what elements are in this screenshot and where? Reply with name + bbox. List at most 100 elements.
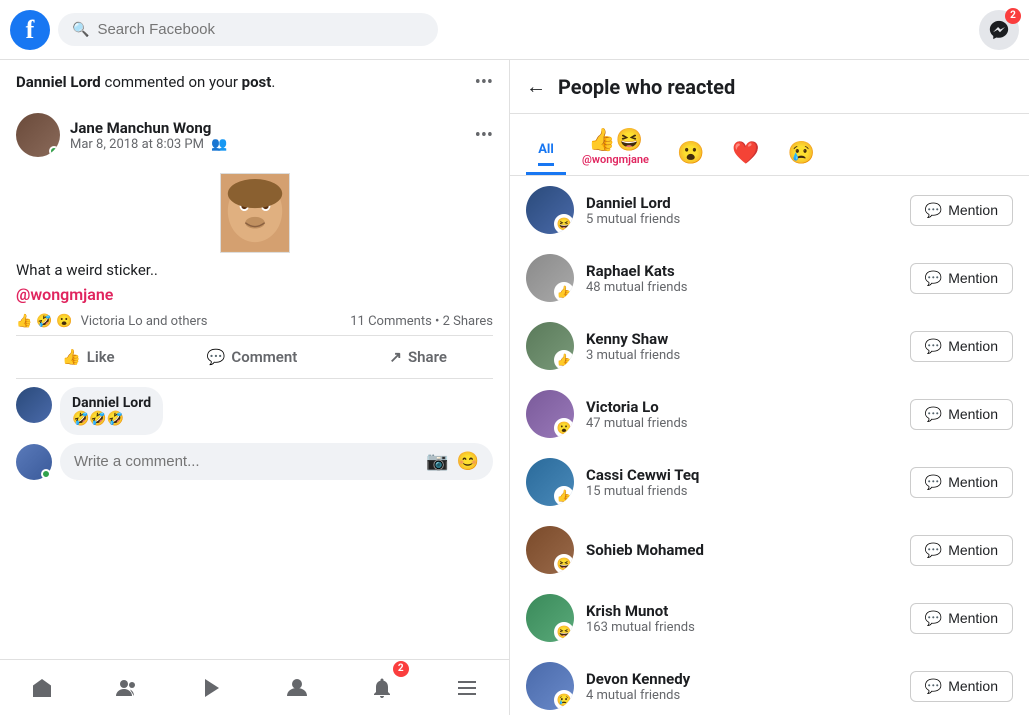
person-name: Sohieb Mohamed <box>586 541 898 559</box>
emoji-icon[interactable]: 😊 <box>457 451 479 472</box>
like-button[interactable]: 👍 Like <box>42 340 135 374</box>
person-avatar: 👍 <box>526 254 574 302</box>
reaction-badge: 😮 <box>554 418 574 438</box>
more-options-button[interactable]: ••• <box>475 72 493 93</box>
mention-label: Mention <box>948 270 998 286</box>
people-list: 😆 Danniel Lord 5 mutual friends 💬 Mentio… <box>510 176 1029 715</box>
notification-bar: Danniel Lord commented on your post. ••• <box>0 60 509 101</box>
post-more-button[interactable]: ••• <box>475 125 493 146</box>
person-row[interactable]: 👍 Raphael Kats 48 mutual friends 💬 Menti… <box>510 244 1029 312</box>
mention-button[interactable]: 💬 Mention <box>910 195 1013 226</box>
person-name: Krish Munot <box>586 602 898 620</box>
camera-icon[interactable]: 📷 <box>426 451 448 472</box>
reaction-badge: 😆 <box>554 622 574 642</box>
person-name: Devon Kennedy <box>586 670 898 688</box>
person-row[interactable]: 😆 Sohieb Mohamed 💬 Mention <box>510 516 1029 584</box>
person-avatar: 😆 <box>526 526 574 574</box>
search-input[interactable] <box>97 21 424 38</box>
nav-menu[interactable] <box>442 663 492 713</box>
mention-chat-icon: 💬 <box>925 610 942 627</box>
person-info: Raphael Kats 48 mutual friends <box>586 262 898 295</box>
nav-home[interactable] <box>17 663 67 713</box>
tab-love[interactable]: ❤️ <box>720 135 771 175</box>
person-row[interactable]: 👍 Cassi Cewwi Teq 15 mutual friends 💬 Me… <box>510 448 1029 516</box>
post-mention[interactable]: @wongmjane <box>16 285 113 304</box>
person-row[interactable]: 😆 Danniel Lord 5 mutual friends 💬 Mentio… <box>510 176 1029 244</box>
messenger-button[interactable]: 2 <box>979 10 1019 50</box>
comment-item: Danniel Lord 🤣🤣🤣 <box>16 387 493 435</box>
reaction-tabs: All 👍😆 @wongmjane 😮 ❤️ 😢 <box>510 114 1029 176</box>
person-mutual: 15 mutual friends <box>586 484 898 499</box>
person-info: Cassi Cewwi Teq 15 mutual friends <box>586 466 898 499</box>
post-meta: Jane Manchun Wong Mar 8, 2018 at 8:03 PM… <box>70 119 465 152</box>
post-card: Jane Manchun Wong Mar 8, 2018 at 8:03 PM… <box>0 101 509 659</box>
person-info: Kenny Shaw 3 mutual friends <box>586 330 898 363</box>
fb-letter: f <box>26 15 35 45</box>
search-bar[interactable]: 🔍 <box>58 13 438 46</box>
input-icons: 📷 😊 <box>426 451 479 472</box>
person-name: Victoria Lo <box>586 398 898 416</box>
comment-section: Danniel Lord 🤣🤣🤣 📷 😊 <box>16 379 493 488</box>
mention-button[interactable]: 💬 Mention <box>910 331 1013 362</box>
comment-input-box[interactable]: 📷 😊 <box>60 443 493 480</box>
person-info: Victoria Lo 47 mutual friends <box>586 398 898 431</box>
person-info: Krish Munot 163 mutual friends <box>586 602 898 635</box>
right-panel: ← People who reacted All 👍😆 @wongmjane 😮… <box>510 60 1029 715</box>
mention-label: Mention <box>948 202 998 218</box>
bottom-nav: 2 <box>0 659 509 715</box>
person-row[interactable]: 😆 Krish Munot 163 mutual friends 💬 Menti… <box>510 584 1029 652</box>
person-mutual: 3 mutual friends <box>586 348 898 363</box>
tab-wongmjane[interactable]: 👍😆 @wongmjane <box>570 122 661 175</box>
person-avatar: 👍 <box>526 458 574 506</box>
post-header: Jane Manchun Wong Mar 8, 2018 at 8:03 PM… <box>16 101 493 165</box>
tab-love-emoji: ❤️ <box>732 141 759 166</box>
person-row[interactable]: 😮 Victoria Lo 47 mutual friends 💬 Mentio… <box>510 380 1029 448</box>
person-avatar: 👍 <box>526 322 574 370</box>
post-sticker-image <box>220 173 290 253</box>
reaction-names: Victoria Lo and others <box>81 314 208 329</box>
reaction-emoji-1: 👍 <box>16 314 32 329</box>
tab-all-label: All <box>538 142 554 166</box>
post-text: What a weird sticker.. <box>16 261 493 279</box>
tab-like-haha-emoji: 👍😆 <box>588 128 643 153</box>
notification-target: post <box>242 73 272 91</box>
nav-watch[interactable] <box>187 663 237 713</box>
tab-wow[interactable]: 😮 <box>665 135 716 175</box>
share-icon: ↗ <box>389 348 402 366</box>
person-name: Cassi Cewwi Teq <box>586 466 898 484</box>
mention-button[interactable]: 💬 Mention <box>910 535 1013 566</box>
mention-chat-icon: 💬 <box>925 202 942 219</box>
user-online-dot <box>41 469 51 479</box>
comment-bubble: Danniel Lord 🤣🤣🤣 <box>60 387 163 435</box>
person-avatar: 😢 <box>526 662 574 710</box>
share-button[interactable]: ↗ Share <box>369 340 467 374</box>
app-header: f 🔍 2 <box>0 0 1029 60</box>
tab-sad[interactable]: 😢 <box>776 135 827 175</box>
notification-punct: . <box>271 73 275 91</box>
mention-button[interactable]: 💬 Mention <box>910 263 1013 294</box>
nav-notifications[interactable]: 2 <box>357 663 407 713</box>
audience-icon: 👥 <box>211 137 227 152</box>
person-name: Kenny Shaw <box>586 330 898 348</box>
mention-button[interactable]: 💬 Mention <box>910 603 1013 634</box>
nav-groups[interactable] <box>102 663 152 713</box>
mention-button[interactable]: 💬 Mention <box>910 467 1013 498</box>
back-button[interactable]: ← <box>526 74 546 99</box>
reaction-emoji-2: 🤣 <box>36 314 52 329</box>
notification-text: Danniel Lord commented on your post. <box>16 72 275 93</box>
mention-button[interactable]: 💬 Mention <box>910 671 1013 702</box>
comment-input[interactable] <box>74 453 418 470</box>
current-user-avatar <box>16 444 52 480</box>
comment-button[interactable]: 💬 Comment <box>187 340 318 374</box>
like-icon: 👍 <box>62 348 81 366</box>
reaction-badge: 👍 <box>554 282 574 302</box>
tab-all[interactable]: All <box>526 136 566 175</box>
nav-profile[interactable] <box>272 663 322 713</box>
person-mutual: 47 mutual friends <box>586 416 898 431</box>
person-row[interactable]: 😢 Devon Kennedy 4 mutual friends 💬 Menti… <box>510 652 1029 715</box>
mention-label: Mention <box>948 406 998 422</box>
tab-wongmjane-label: @wongmjane <box>582 153 649 166</box>
reaction-badge: 👍 <box>554 350 574 370</box>
mention-button[interactable]: 💬 Mention <box>910 399 1013 430</box>
person-row[interactable]: 👍 Kenny Shaw 3 mutual friends 💬 Mention <box>510 312 1029 380</box>
